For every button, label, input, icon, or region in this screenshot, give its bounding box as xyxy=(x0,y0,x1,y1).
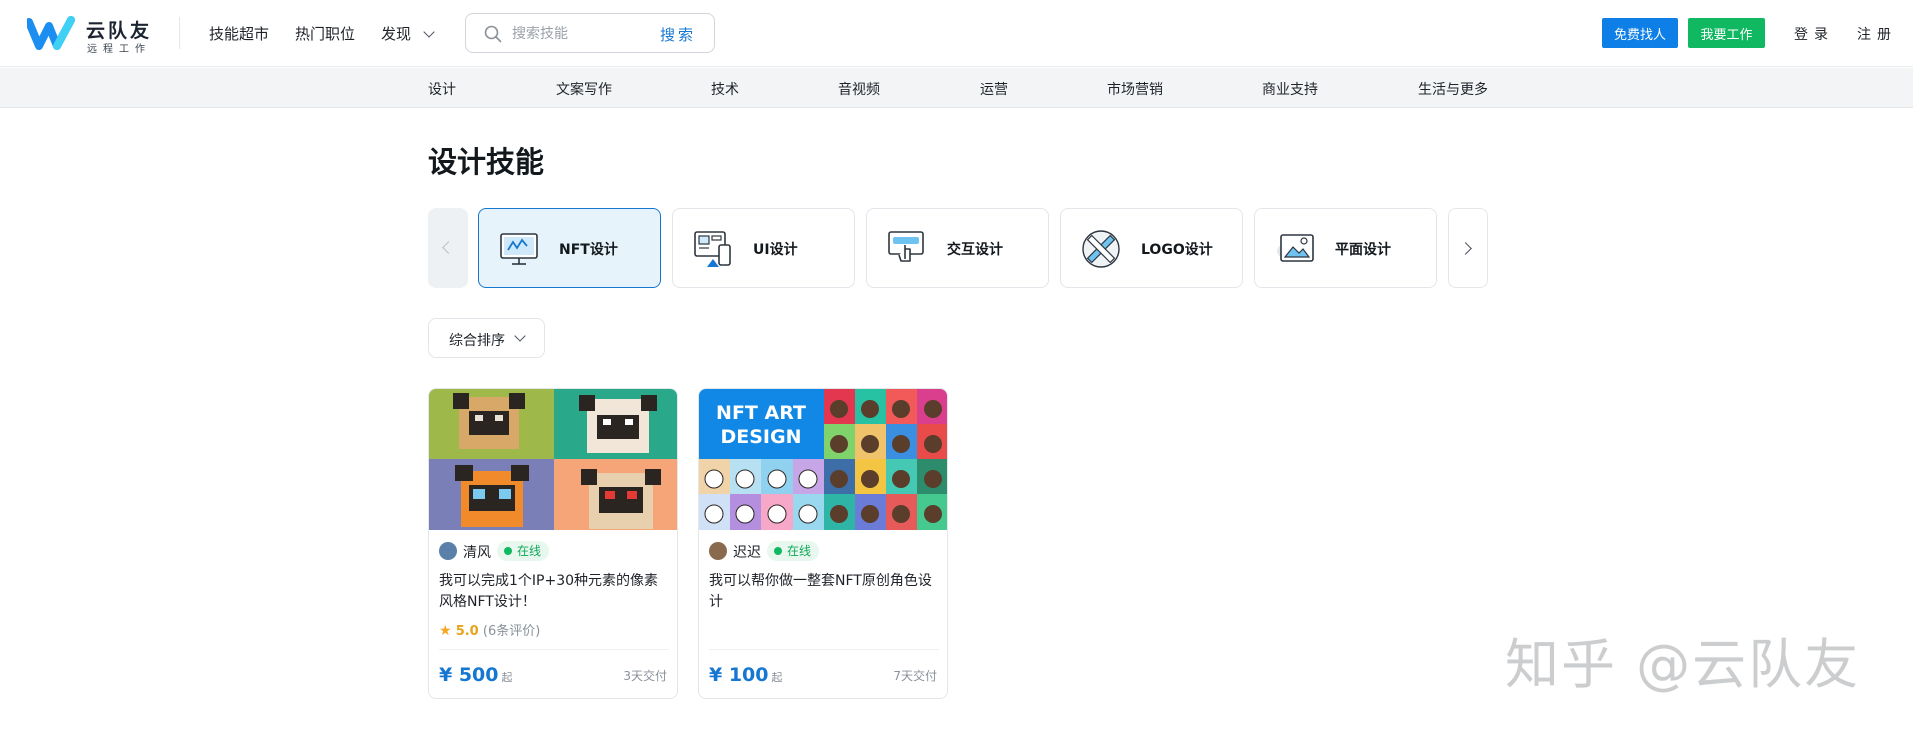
carousel-prev-button[interactable] xyxy=(428,208,468,288)
page-title: 设计技能 xyxy=(428,145,545,179)
delivery-time: 7天交付 xyxy=(893,669,937,683)
price-amount: ¥ 100 xyxy=(709,664,769,686)
avatar[interactable] xyxy=(439,542,457,560)
pen-ruler-icon xyxy=(1082,230,1120,268)
register-link[interactable]: 注册 xyxy=(1857,24,1897,44)
seller-name[interactable]: 迟迟 xyxy=(733,542,761,562)
chevron-left-icon xyxy=(442,241,455,254)
nav-discover-label: 发现 xyxy=(381,25,412,43)
skill-card-nft[interactable]: NFT设计 xyxy=(478,208,661,288)
skill-card-label: 平面设计 xyxy=(1335,242,1391,258)
top-header: 云队友 远程工作 技能超市 热门职位 发现 搜索 免费找人 我要工作 登录 注册 xyxy=(0,0,1913,67)
category-life-more[interactable]: 生活与更多 xyxy=(1418,79,1488,99)
gig-title[interactable]: 我可以帮你做一整套NFT原创角色设计 xyxy=(709,571,941,613)
search-button[interactable]: 搜索 xyxy=(660,24,696,45)
banner-line-1: NFT ART xyxy=(716,402,806,424)
search-icon xyxy=(484,25,502,43)
avatar[interactable] xyxy=(709,542,727,560)
logo-mark-icon xyxy=(27,16,75,50)
price-amount: ¥ 500 xyxy=(439,664,499,686)
delivery-time: 3天交付 xyxy=(623,669,667,683)
hire-free-button[interactable]: 免费找人 xyxy=(1602,18,1678,48)
online-status-badge: 在线 xyxy=(497,541,550,561)
watermark-text: 知乎 @云队友 xyxy=(1505,633,1861,696)
gig-card[interactable]: NFT ART DESIGN 迟迟 在线 我可以帮你做一整套NFT原创角色设计 … xyxy=(698,388,948,699)
skill-card-logo[interactable]: LOGO设计 xyxy=(1060,208,1243,288)
find-work-button[interactable]: 我要工作 xyxy=(1688,18,1765,48)
gig-price: ¥ 500 起 xyxy=(439,664,513,686)
price-suffix: 起 xyxy=(501,671,513,684)
chevron-down-icon xyxy=(423,26,435,38)
review-count: (6条评价) xyxy=(482,624,541,639)
gig-rating: ★ 5.0 (6条评价) xyxy=(439,620,540,639)
logo-name: 云队友 xyxy=(86,20,153,42)
skill-card-label: 交互设计 xyxy=(947,242,1003,258)
card-divider xyxy=(709,649,939,650)
nav-discover[interactable]: 发现 xyxy=(381,23,435,44)
image-frame-icon xyxy=(1277,234,1314,262)
skill-card-label: LOGO设计 xyxy=(1141,242,1213,258)
skill-card-interaction[interactable]: 交互设计 xyxy=(866,208,1049,288)
gig-title[interactable]: 我可以完成1个IP+30种元素的像素风格NFT设计！ xyxy=(439,571,671,613)
gig-card[interactable]: 清风 在线 我可以完成1个IP+30种元素的像素风格NFT设计！ ★ 5.0 (… xyxy=(428,388,678,699)
category-audio-video[interactable]: 音视频 xyxy=(838,79,880,99)
price-suffix: 起 xyxy=(771,671,783,684)
banner-line-2: DESIGN xyxy=(720,426,801,448)
sort-label: 综合排序 xyxy=(449,333,505,349)
rating-score: 5.0 xyxy=(455,624,479,639)
skill-card-ui[interactable]: UI设计 xyxy=(672,208,855,288)
skill-card-graphic[interactable]: 平面设计 xyxy=(1254,208,1437,288)
category-business-support[interactable]: 商业支持 xyxy=(1262,79,1318,99)
chevron-right-icon xyxy=(1459,242,1472,255)
skill-card-label: UI设计 xyxy=(753,242,798,258)
category-operations[interactable]: 运营 xyxy=(980,79,1008,99)
ui-layout-icon xyxy=(694,231,731,267)
carousel-next-button[interactable] xyxy=(1448,208,1488,288)
nav-skills-market[interactable]: 技能超市 xyxy=(209,23,269,44)
sort-dropdown[interactable]: 综合排序 xyxy=(428,318,545,358)
search-input[interactable] xyxy=(512,23,642,45)
gig-thumbnail xyxy=(429,389,677,530)
nft-monitor-icon xyxy=(500,233,538,265)
chevron-down-icon xyxy=(514,330,526,342)
brand-logo[interactable]: 云队友 远程工作 xyxy=(27,14,157,55)
gig-thumbnail: NFT ART DESIGN xyxy=(699,389,947,530)
skill-card-label: NFT设计 xyxy=(559,242,618,258)
star-icon: ★ xyxy=(439,623,452,639)
logo-tagline: 远程工作 xyxy=(87,44,151,55)
touch-screen-icon xyxy=(888,231,924,262)
card-divider xyxy=(439,649,669,650)
category-nav: 设计 文案写作 技术 音视频 运营 市场营销 商业支持 生活与更多 xyxy=(0,68,1913,108)
category-tech[interactable]: 技术 xyxy=(711,79,739,99)
online-status-badge: 在线 xyxy=(767,541,820,561)
login-link[interactable]: 登录 xyxy=(1794,24,1834,44)
nav-hot-jobs[interactable]: 热门职位 xyxy=(295,23,355,44)
search-bar: 搜索 xyxy=(465,13,715,53)
category-copywriting[interactable]: 文案写作 xyxy=(556,79,612,99)
header-divider xyxy=(179,17,180,49)
category-design[interactable]: 设计 xyxy=(428,79,456,99)
category-marketing[interactable]: 市场营销 xyxy=(1107,79,1163,99)
seller-name[interactable]: 清风 xyxy=(463,542,491,562)
gig-price: ¥ 100 起 xyxy=(709,664,783,686)
